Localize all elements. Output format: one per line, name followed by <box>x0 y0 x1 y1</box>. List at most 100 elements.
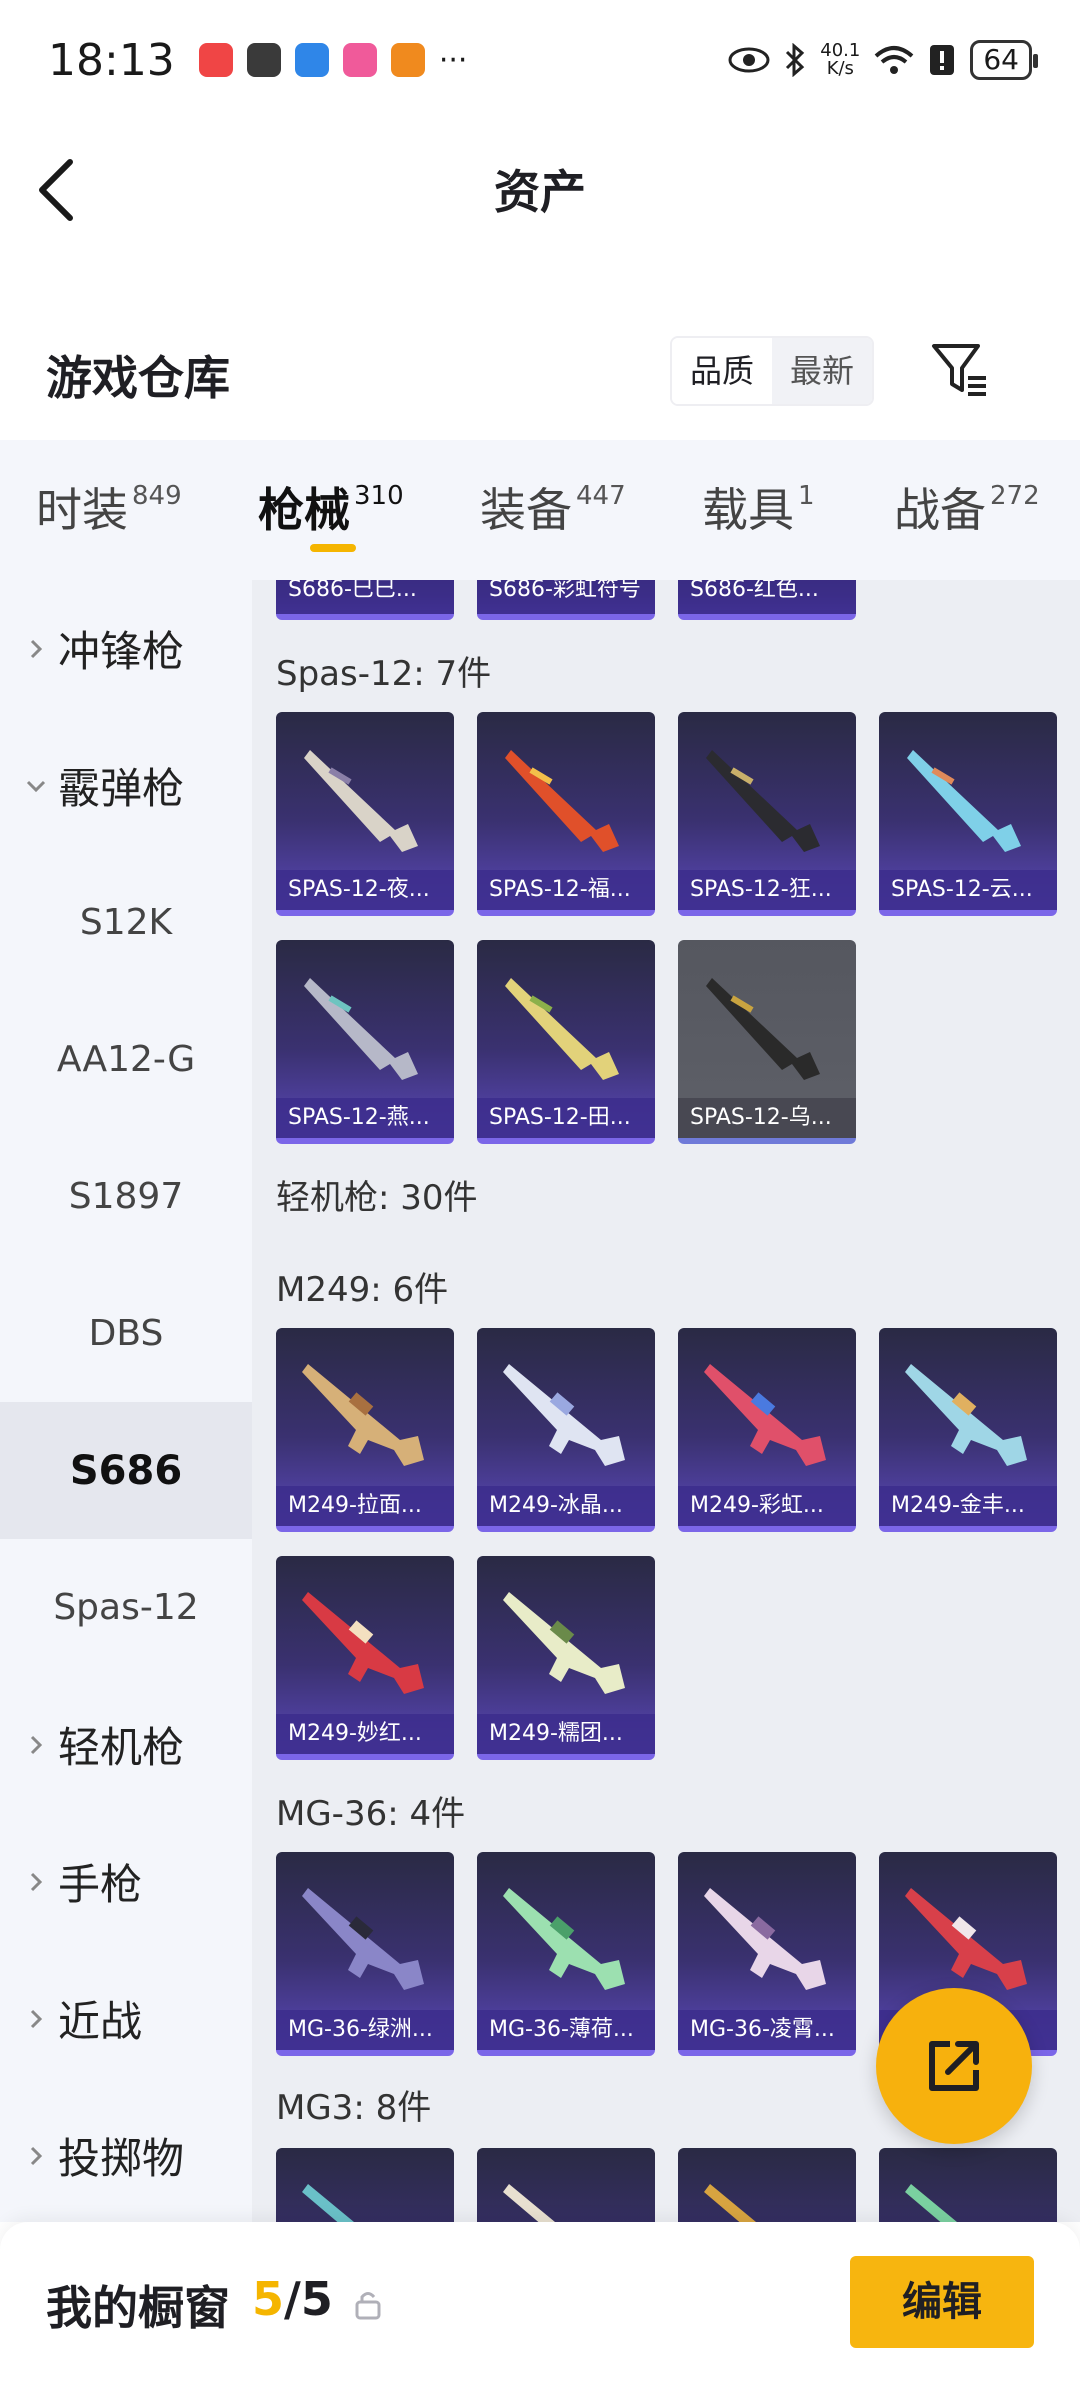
sidebar-item-throwables[interactable]: 投掷物 <box>0 2087 252 2222</box>
sidebar-item-melee[interactable]: 近战 <box>0 1950 252 2087</box>
weapon-card[interactable]: M249-冰晶... <box>477 1328 655 1532</box>
weapon-card[interactable]: M249-糯团... <box>477 1556 655 1760</box>
weapon-card[interactable]: MG-36-绿洲... <box>276 1852 454 2056</box>
weapon-card[interactable]: S686-彩虹符号 <box>477 580 655 620</box>
tab-firearms[interactable]: 枪械 310 <box>258 474 404 540</box>
machine-gun-icon <box>302 1888 424 1990</box>
tab-equipment[interactable]: 装备 447 <box>480 474 626 540</box>
lock-icon <box>355 2292 381 2320</box>
machine-gun-icon <box>704 2184 756 2222</box>
showcase-count: 5/5 <box>252 2272 333 2326</box>
showcase-label: 我的橱窗 <box>46 2281 230 2335</box>
eye-icon <box>728 47 770 73</box>
tab-fashion[interactable]: 时装 849 <box>36 474 182 540</box>
machine-gun-icon <box>704 1364 826 1466</box>
chevron-right-icon <box>30 639 43 658</box>
weapon-card[interactable]: M249-拉面... <box>276 1328 454 1532</box>
weapon-card[interactable] <box>276 2148 454 2222</box>
machine-gun-icon <box>503 1888 625 1990</box>
tab-vehicles[interactable]: 载具 1 <box>702 474 815 540</box>
external-link-icon <box>929 2041 979 2091</box>
share-button[interactable] <box>876 1988 1032 2144</box>
machine-gun-icon <box>302 2184 354 2222</box>
shotgun-icon <box>706 750 820 852</box>
chevron-right-icon <box>30 1735 43 1754</box>
bluetooth-icon <box>786 43 805 77</box>
sort-newest-button[interactable]: 最新 <box>772 338 873 404</box>
section-title-mg3: MG3: 8件 <box>276 2088 432 2128</box>
edit-button[interactable]: 编辑 <box>850 2256 1034 2348</box>
chevron-down-icon <box>26 780 46 792</box>
machine-gun-icon <box>704 1888 826 1990</box>
weapon-card[interactable]: SPAS-12-乌... <box>678 940 856 1144</box>
sidebar-item-s686[interactable]: S686 <box>0 1402 252 1539</box>
chevron-right-icon <box>30 2009 43 2028</box>
weapon-grid: S686-巳巳... S686-彩虹符号 S686-红色... Spas-12:… <box>252 580 1080 2222</box>
showcase-bar: 我的橱窗 5/5 编辑 <box>0 2222 1080 2382</box>
status-time: 18:13 <box>48 34 175 86</box>
weapon-card[interactable]: M249-彩虹... <box>678 1328 856 1532</box>
alert-icon <box>930 45 955 75</box>
weapon-card[interactable]: MG-36-凌霄... <box>678 1852 856 2056</box>
sidebar-item-s1897[interactable]: S1897 <box>0 1128 252 1265</box>
section-title-mg36: MG-36: 4件 <box>276 1794 466 1834</box>
sidebar-item-smg[interactable]: 冲锋枪 <box>0 580 252 717</box>
section-title-lmg: 轻机枪: 30件 <box>276 1178 478 1218</box>
section-title-spas12: Spas-12: 7件 <box>276 654 492 694</box>
weapon-card[interactable]: SPAS-12-福... <box>477 712 655 916</box>
filter-button[interactable] <box>928 338 992 402</box>
machine-gun-icon <box>302 1364 424 1466</box>
weapon-card[interactable] <box>678 2148 856 2222</box>
sort-toggle: 品质 最新 <box>670 336 875 406</box>
sidebar-item-spas12[interactable]: Spas-12 <box>0 1539 252 1676</box>
machine-gun-icon <box>905 2184 957 2222</box>
sidebar-item-aa12g[interactable]: AA12-G <box>0 991 252 1128</box>
weapon-card[interactable] <box>477 2148 655 2222</box>
bluetooth-app-icon <box>294 43 329 77</box>
weapon-card[interactable]: SPAS-12-田... <box>477 940 655 1144</box>
weapon-card[interactable] <box>879 2148 1057 2222</box>
page-title: 资产 <box>494 165 586 219</box>
shotgun-icon <box>304 750 418 852</box>
active-tab-indicator <box>310 544 356 552</box>
chevron-right-icon <box>30 1872 43 1891</box>
machine-gun-icon <box>503 1592 625 1694</box>
weapon-card[interactable]: MG-36-薄荷... <box>477 1852 655 2056</box>
tab-tactical[interactable]: 战备 272 <box>894 474 1040 540</box>
shotgun-icon <box>907 750 1021 852</box>
weapon-card[interactable]: S686-巳巳... <box>276 580 454 620</box>
machine-gun-icon <box>302 1592 424 1694</box>
weapon-card[interactable]: SPAS-12-夜... <box>276 712 454 916</box>
warehouse-title: 游戏仓库 <box>46 351 230 405</box>
sidebar-item-lmg[interactable]: 轻机枪 <box>0 1676 252 1813</box>
weapon-card[interactable]: S686-红色... <box>678 580 856 620</box>
weapon-card[interactable]: SPAS-12-狂... <box>678 712 856 916</box>
app-notification-icon <box>198 43 233 77</box>
more-notifications: ··· <box>438 42 468 78</box>
machine-gun-icon <box>905 1888 1027 1990</box>
sidebar-item-shotgun[interactable]: 霰弹枪 <box>0 717 252 854</box>
weapon-card[interactable]: SPAS-12-云... <box>879 712 1057 916</box>
weapon-sidebar: 冲锋枪 霰弹枪 S12K AA12-G S1897 DBS S686 Spas-… <box>0 580 252 2222</box>
sidebar-item-s12k[interactable]: S12K <box>0 854 252 991</box>
shotgun-icon <box>505 978 619 1080</box>
video-app-icon <box>342 43 377 77</box>
shotgun-icon <box>706 978 820 1080</box>
machine-gun-icon <box>503 2184 555 2222</box>
sort-quality-button[interactable]: 品质 <box>672 338 773 404</box>
game-app-icon <box>246 43 281 77</box>
weapon-card[interactable]: SPAS-12-燕... <box>276 940 454 1144</box>
player-app-icon <box>390 43 425 77</box>
battery-indicator: 64 <box>970 40 1038 80</box>
weapon-card[interactable]: M249-妙红... <box>276 1556 454 1760</box>
status-bar: 18:13 ··· 40.1 K/s 64 <box>0 0 1080 120</box>
network-speed: 40.1 K/s <box>820 40 861 79</box>
sidebar-item-dbs[interactable]: DBS <box>0 1265 252 1402</box>
category-tabs: 时装 849 枪械 310 装备 447 载具 1 战备 272 <box>0 440 1080 580</box>
warehouse-header: 游戏仓库 品质 最新 <box>0 320 1080 440</box>
chevron-right-icon <box>30 2146 43 2165</box>
weapon-card[interactable]: M249-金丰... <box>879 1328 1057 1532</box>
top-navigation: 资产 <box>0 120 1080 260</box>
shotgun-icon <box>304 978 418 1080</box>
sidebar-item-pistol[interactable]: 手枪 <box>0 1813 252 1950</box>
